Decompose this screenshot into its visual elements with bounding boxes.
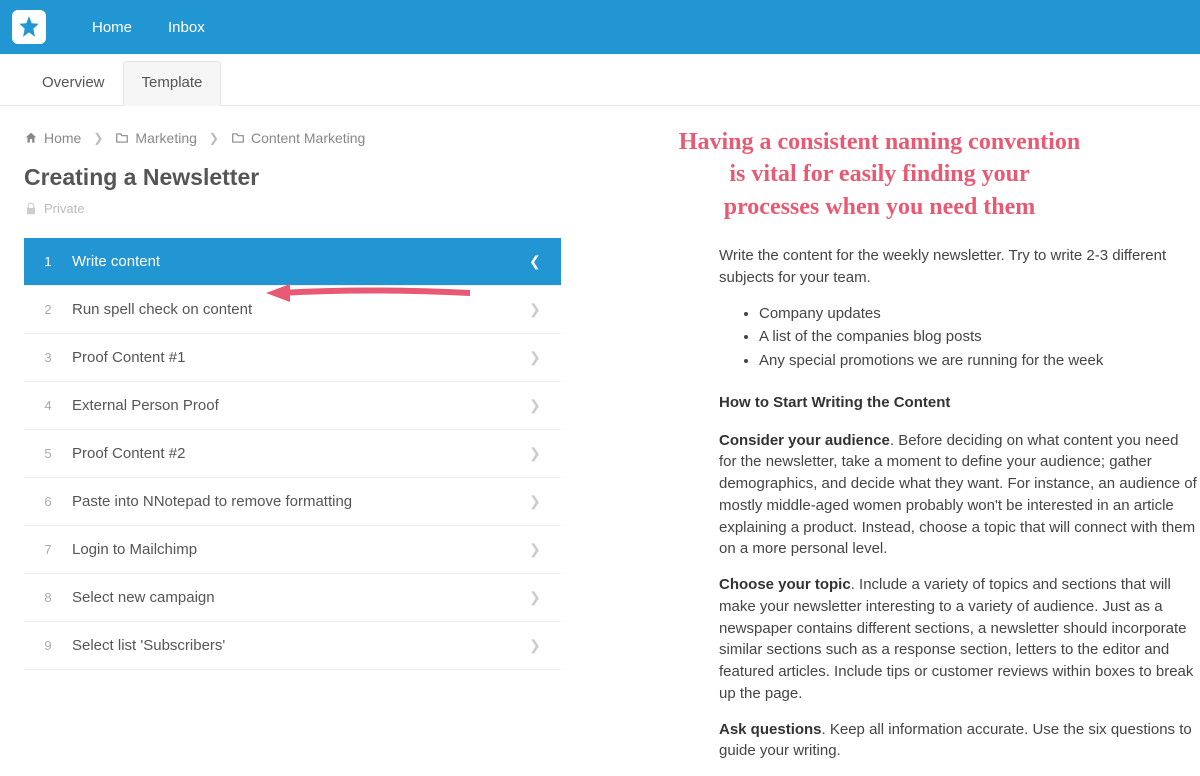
step-label: Paste into NNotepad to remove formatting [72, 493, 529, 510]
step-item[interactable]: 9Select list 'Subscribers'❯ [24, 622, 561, 670]
logo[interactable] [12, 10, 46, 44]
step-item[interactable]: 8Select new campaign❯ [24, 574, 561, 622]
doc-lead: Choose your topic [719, 576, 851, 593]
step-label: Proof Content #2 [72, 445, 529, 462]
step-number: 5 [24, 446, 72, 461]
step-label: Write content [72, 253, 529, 270]
chevron-right-icon: ❯ [529, 637, 561, 654]
chevron-right-icon: ❯ [529, 397, 561, 414]
top-nav: Home Inbox [0, 0, 1200, 54]
step-content: Write the content for the weekly newslet… [719, 245, 1200, 762]
step-number: 3 [24, 350, 72, 365]
step-label: Login to Mailchimp [72, 541, 529, 558]
annotation-line: is vital for easily finding your [729, 161, 1029, 187]
doc-bullet: Any special promotions we are running fo… [759, 350, 1200, 372]
step-item[interactable]: 5Proof Content #2❯ [24, 430, 561, 478]
doc-paragraph: Ask questions. Keep all information accu… [719, 719, 1200, 763]
doc-paragraph: Consider your audience. Before deciding … [719, 430, 1200, 561]
tab-overview[interactable]: Overview [24, 62, 123, 105]
home-icon [24, 131, 38, 145]
doc-heading: How to Start Writing the Content [719, 392, 1200, 414]
doc-text: . Before deciding on what content you ne… [719, 432, 1197, 558]
arrow-icon [260, 278, 470, 308]
chevron-right-icon: ❯ [529, 493, 561, 510]
annotation-arrow [260, 278, 470, 311]
step-label: Select new campaign [72, 589, 529, 606]
tabstrip: Overview Template [0, 54, 1200, 106]
chevron-right-icon: ❯ [529, 541, 561, 558]
step-item[interactable]: 3Proof Content #1❯ [24, 334, 561, 382]
step-number: 1 [24, 254, 72, 269]
doc-paragraph: Choose your topic. Include a variety of … [719, 574, 1200, 705]
folder-icon [231, 131, 245, 145]
doc-bullet: Company updates [759, 303, 1200, 325]
step-label: Select list 'Subscribers' [72, 637, 529, 654]
step-number: 9 [24, 638, 72, 653]
doc-lead: Consider your audience [719, 432, 890, 449]
breadcrumb-home-label: Home [44, 130, 81, 146]
chevron-right-icon: ❯ [529, 301, 561, 318]
step-label: External Person Proof [72, 397, 529, 414]
doc-bullet: A list of the companies blog posts [759, 326, 1200, 348]
step-item[interactable]: 7Login to Mailchimp❯ [24, 526, 561, 574]
breadcrumb-marketing-label: Marketing [135, 130, 196, 146]
breadcrumb-home[interactable]: Home [24, 130, 81, 146]
breadcrumb-content-marketing-label: Content Marketing [251, 130, 365, 146]
chevron-left-icon: ❮ [529, 253, 561, 270]
doc-intro: Write the content for the weekly newslet… [719, 245, 1200, 289]
breadcrumb-marketing[interactable]: Marketing [115, 130, 196, 146]
star-icon [16, 14, 42, 40]
doc-text: . Include a variety of topics and sectio… [719, 576, 1193, 702]
step-number: 7 [24, 542, 72, 557]
chevron-right-icon: ❯ [529, 589, 561, 606]
step-number: 4 [24, 398, 72, 413]
chevron-right-icon: ❯ [93, 131, 103, 145]
privacy-label: Private [44, 201, 84, 216]
page-title: Creating a Newsletter [24, 164, 561, 191]
step-label: Proof Content #1 [72, 349, 529, 366]
chevron-right-icon: ❯ [529, 445, 561, 462]
annotation-line: processes when you need them [724, 194, 1036, 220]
breadcrumb-content-marketing[interactable]: Content Marketing [231, 130, 365, 146]
step-item[interactable]: 4External Person Proof❯ [24, 382, 561, 430]
tab-template[interactable]: Template [123, 61, 222, 106]
chevron-right-icon: ❯ [209, 131, 219, 145]
folder-icon [115, 131, 129, 145]
annotation-line: Having a consistent naming convention [679, 129, 1080, 155]
doc-lead: Ask questions [719, 721, 822, 738]
step-number: 8 [24, 590, 72, 605]
annotation-text: Having a consistent naming convention is… [589, 126, 1200, 223]
nav-inbox[interactable]: Inbox [150, 19, 223, 36]
lock-icon [24, 202, 38, 216]
step-item[interactable]: 6Paste into NNotepad to remove formattin… [24, 478, 561, 526]
breadcrumb: Home ❯ Marketing ❯ Content Marketing [24, 130, 561, 146]
chevron-right-icon: ❯ [529, 349, 561, 366]
privacy-indicator: Private [24, 201, 561, 216]
step-number: 2 [24, 302, 72, 317]
nav-home[interactable]: Home [74, 19, 150, 36]
step-number: 6 [24, 494, 72, 509]
doc-bullet-list: Company updatesA list of the companies b… [759, 303, 1200, 372]
